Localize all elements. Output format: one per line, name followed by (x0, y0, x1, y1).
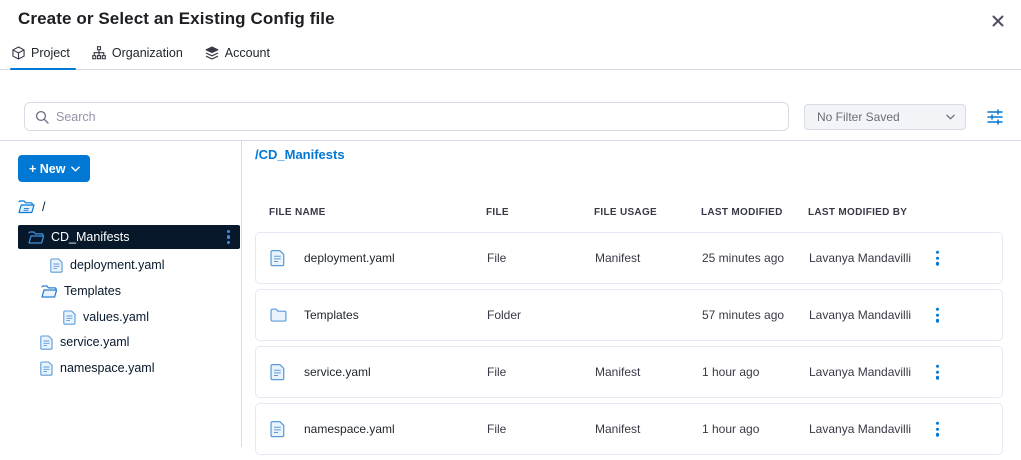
new-button[interactable]: + New (18, 155, 90, 182)
search-input[interactable] (56, 103, 788, 130)
last-modified-by: Lavanya Mandavilli (809, 251, 911, 265)
column-header-file: FILE (486, 207, 509, 218)
row-actions-menu-icon[interactable] (932, 416, 943, 443)
layers-icon (205, 46, 219, 60)
file-icon (40, 361, 53, 376)
hierarchy-icon (92, 46, 106, 60)
file-name: namespace.yaml (304, 422, 395, 436)
file-icon (50, 258, 63, 273)
tree-item-namespace-yaml[interactable]: namespace.yaml (40, 356, 155, 380)
file-icon (270, 421, 285, 438)
file-tree-sidebar: + New / CD_Manifests deployment.yaml Tem… (0, 141, 242, 447)
last-modified-by: Lavanya Mandavilli (809, 365, 911, 379)
file-type: File (487, 251, 506, 265)
tree-item-service-yaml[interactable]: service.yaml (40, 330, 129, 354)
tab-organization-label: Organization (112, 46, 183, 60)
table-body: deployment.yaml File Manifest 25 minutes… (255, 232, 1003, 460)
tree-item-label: service.yaml (60, 335, 129, 349)
file-usage: Manifest (595, 251, 640, 265)
tab-organization[interactable]: Organization (90, 44, 189, 69)
tree-item-label: values.yaml (83, 310, 149, 324)
filter-sliders-icon[interactable] (984, 106, 1006, 128)
file-type: File (487, 422, 506, 436)
row-actions-menu-icon[interactable] (932, 245, 943, 272)
close-icon[interactable] (987, 10, 1009, 32)
page-title: Create or Select an Existing Config file (18, 9, 335, 29)
last-modified-by: Lavanya Mandavilli (809, 308, 911, 322)
column-header-last-modified: LAST MODIFIED (701, 207, 783, 218)
file-icon (270, 364, 285, 381)
last-modified: 25 minutes ago (702, 251, 784, 265)
table-row-service-yaml[interactable]: service.yaml File Manifest 1 hour ago La… (255, 346, 1003, 398)
saved-filter-dropdown[interactable]: No Filter Saved (804, 104, 966, 130)
table-row-namespace-yaml[interactable]: namespace.yaml File Manifest 1 hour ago … (255, 403, 1003, 455)
new-button-label: + New (29, 162, 65, 176)
cube-icon (12, 46, 25, 60)
column-header-last-modified-by: LAST MODIFIED BY (808, 207, 907, 218)
folder-icon (270, 308, 287, 322)
folder-open-icon (41, 285, 57, 298)
tree-item-deployment-yaml[interactable]: deployment.yaml (50, 253, 165, 277)
scope-tabs: Project Organization Account (0, 44, 1021, 70)
tree-item-values-yaml[interactable]: values.yaml (63, 305, 149, 329)
tree-item-root[interactable]: / (18, 195, 45, 219)
column-header-file-usage: FILE USAGE (594, 207, 657, 218)
saved-filter-value: No Filter Saved (817, 110, 900, 124)
chevron-down-icon (946, 114, 955, 120)
column-header-file-name: FILE NAME (269, 207, 326, 218)
row-actions-menu-icon[interactable] (932, 359, 943, 386)
search-icon (35, 110, 49, 124)
table-row-templates[interactable]: Templates Folder 57 minutes ago Lavanya … (255, 289, 1003, 341)
file-icon (63, 310, 76, 325)
file-icon (270, 250, 285, 267)
file-name: service.yaml (304, 365, 371, 379)
tab-account[interactable]: Account (203, 44, 276, 69)
file-name: Templates (304, 308, 359, 322)
tree-item-label: deployment.yaml (70, 258, 165, 272)
chevron-down-icon (71, 166, 80, 172)
folder-open-icon (18, 200, 35, 214)
table-row-deployment-yaml[interactable]: deployment.yaml File Manifest 25 minutes… (255, 232, 1003, 284)
last-modified-by: Lavanya Mandavilli (809, 422, 911, 436)
file-icon (40, 335, 53, 350)
tree-item-templates[interactable]: Templates (41, 279, 121, 303)
tab-project[interactable]: Project (10, 44, 76, 69)
tree-item-label: CD_Manifests (51, 230, 130, 244)
breadcrumb[interactable]: /CD_Manifests (255, 147, 345, 162)
tree-item-label: Templates (64, 284, 121, 298)
file-name: deployment.yaml (304, 251, 395, 265)
search-box (24, 102, 789, 131)
tab-account-label: Account (225, 46, 270, 60)
tab-project-label: Project (31, 46, 70, 60)
tree-item-cd-manifests[interactable]: CD_Manifests (18, 225, 240, 249)
row-actions-menu-icon[interactable] (932, 302, 943, 329)
file-type: Folder (487, 308, 521, 322)
folder-icon (28, 231, 44, 244)
file-usage: Manifest (595, 422, 640, 436)
tree-item-menu[interactable] (227, 230, 230, 245)
last-modified: 1 hour ago (702, 365, 759, 379)
tree-item-label: namespace.yaml (60, 361, 155, 375)
tree-item-label: / (42, 200, 45, 214)
file-usage: Manifest (595, 365, 640, 379)
last-modified: 1 hour ago (702, 422, 759, 436)
table-header: FILE NAME FILE FILE USAGE LAST MODIFIED … (243, 207, 1021, 221)
last-modified: 57 minutes ago (702, 308, 784, 322)
file-type: File (487, 365, 506, 379)
file-list-panel: /CD_Manifests FILE NAME FILE FILE USAGE … (243, 141, 1021, 447)
